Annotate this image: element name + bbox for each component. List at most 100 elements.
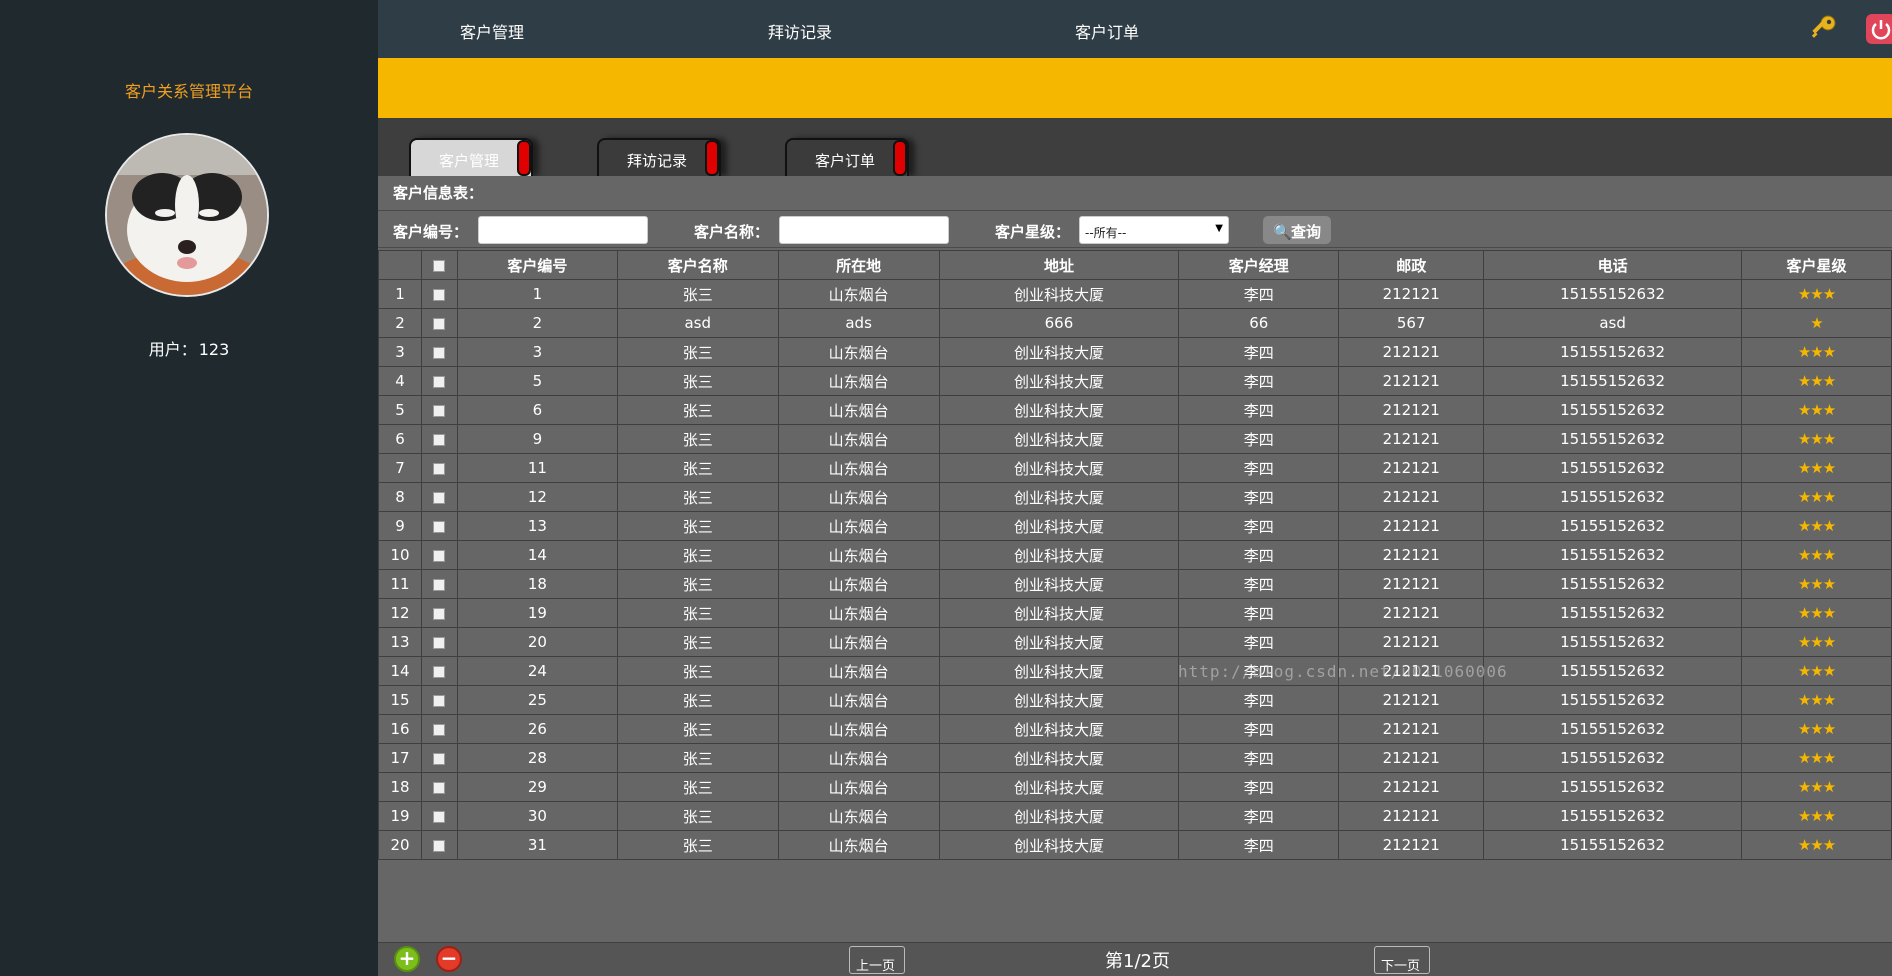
table-row[interactable]: 9 13 张三 山东烟台 创业科技大厦 李四 212121 15155152632 ★★★ <box>378 511 1892 541</box>
table-row[interactable]: 8 12 张三 山东烟台 创业科技大厦 李四 212121 15155152632 ★★★ <box>378 482 1892 512</box>
row-checkbox[interactable] <box>433 375 446 388</box>
row-select-cell[interactable] <box>420 685 458 715</box>
table-cell: 212121 <box>1338 772 1485 802</box>
row-checkbox[interactable] <box>433 520 446 533</box>
table-cell: 212121 <box>1338 424 1485 454</box>
table-cell: 11 <box>456 453 618 483</box>
row-index: 15 <box>378 685 422 715</box>
col-header[interactable]: 客户经理 <box>1178 250 1340 280</box>
table-cell: 创业科技大厦 <box>938 656 1180 686</box>
row-select-cell[interactable] <box>420 366 458 396</box>
key-icon[interactable] <box>1808 14 1838 44</box>
col-header[interactable]: 客户名称 <box>616 250 779 280</box>
row-select-cell[interactable] <box>420 627 458 657</box>
row-select-cell[interactable] <box>420 511 458 541</box>
row-checkbox[interactable] <box>433 723 446 736</box>
customer-name-input[interactable] <box>779 216 949 244</box>
col-header[interactable]: 电话 <box>1483 250 1743 280</box>
table-cell: 15155152632 <box>1483 453 1743 483</box>
table-row[interactable]: 10 14 张三 山东烟台 创业科技大厦 李四 212121 15155152632 ★★★ <box>378 540 1892 570</box>
tab-close-marker[interactable] <box>517 140 531 176</box>
row-checkbox[interactable] <box>433 491 446 504</box>
table-row[interactable]: 5 6 张三 山东烟台 创业科技大厦 李四 212121 15155152632 ★★★ <box>378 395 1892 425</box>
row-select-cell[interactable] <box>420 598 458 628</box>
row-select-cell[interactable] <box>420 279 458 309</box>
row-checkbox[interactable] <box>433 752 446 765</box>
table-row[interactable]: 2 2 asd ads 666 66 567 asd ★ <box>378 308 1892 338</box>
row-select-cell[interactable] <box>420 540 458 570</box>
row-select-cell[interactable] <box>420 453 458 483</box>
table-cell: 2 <box>456 308 618 338</box>
row-select-cell[interactable] <box>420 337 458 367</box>
table-row[interactable]: 16 26 张三 山东烟台 创业科技大厦 李四 212121 15155152632 ★★★ <box>378 714 1892 744</box>
table-cell: 创业科技大厦 <box>938 714 1180 744</box>
col-header[interactable]: 邮政 <box>1338 250 1485 280</box>
col-header[interactable]: 客户星级 <box>1741 250 1892 280</box>
delete-customer-button[interactable]: − <box>436 946 462 972</box>
row-select-cell[interactable] <box>420 714 458 744</box>
row-checkbox[interactable] <box>433 694 446 707</box>
table-row[interactable]: 11 18 张三 山东烟台 创业科技大厦 李四 212121 15155152632 ★★★ <box>378 569 1892 599</box>
table-row[interactable]: 14 24 张三 山东烟台 创业科技大厦 李四 212121 15155152632 ★★★ <box>378 656 1892 686</box>
table-cell: 张三 <box>616 337 779 367</box>
avatar-puppy-image <box>107 135 267 295</box>
table-row[interactable]: 4 5 张三 山东烟台 创业科技大厦 李四 212121 15155152632 ★★★ <box>378 366 1892 396</box>
row-checkbox[interactable] <box>433 346 446 359</box>
row-select-cell[interactable] <box>420 424 458 454</box>
row-checkbox[interactable] <box>433 781 446 794</box>
row-checkbox[interactable] <box>433 839 446 852</box>
row-checkbox[interactable] <box>433 810 446 823</box>
tab-orders[interactable]: 客户订单 <box>785 138 909 176</box>
customer-level-select[interactable]: --所有-- ▼ <box>1079 216 1229 244</box>
tab-close-marker[interactable] <box>705 140 719 176</box>
nav-item-visits[interactable]: 拜访记录 <box>768 19 832 43</box>
tab-close-marker[interactable] <box>893 140 907 176</box>
table-row[interactable]: 1 1 张三 山东烟台 创业科技大厦 李四 212121 15155152632 ★★★ <box>378 279 1892 309</box>
row-select-cell[interactable] <box>420 308 458 338</box>
col-header[interactable]: 客户编号 <box>456 250 618 280</box>
select-all-header[interactable] <box>420 250 458 280</box>
table-row[interactable]: 6 9 张三 山东烟台 创业科技大厦 李四 212121 15155152632 ★★★ <box>378 424 1892 454</box>
row-checkbox[interactable] <box>433 288 446 301</box>
row-checkbox[interactable] <box>433 317 446 330</box>
tab-visits[interactable]: 拜访记录 <box>597 138 721 176</box>
table-row[interactable]: 13 20 张三 山东烟台 创业科技大厦 李四 212121 15155152632 ★★★ <box>378 627 1892 657</box>
row-select-cell[interactable] <box>420 830 458 860</box>
table-row[interactable]: 17 28 张三 山东烟台 创业科技大厦 李四 212121 15155152632 ★★★ <box>378 743 1892 773</box>
col-header[interactable]: 所在地 <box>777 250 940 280</box>
prev-page-button[interactable]: 上一页 <box>849 946 905 974</box>
nav-item-customers[interactable]: 客户管理 <box>460 19 524 43</box>
col-header[interactable]: 地址 <box>938 250 1180 280</box>
row-select-cell[interactable] <box>420 801 458 831</box>
table-row[interactable]: 7 11 张三 山东烟台 创业科技大厦 李四 212121 15155152632 ★★★ <box>378 453 1892 483</box>
nav-item-orders[interactable]: 客户订单 <box>1075 19 1139 43</box>
query-button[interactable]: 🔍查询 <box>1263 216 1331 244</box>
add-customer-button[interactable]: + <box>394 946 420 972</box>
select-all-checkbox[interactable] <box>433 259 446 272</box>
row-select-cell[interactable] <box>420 656 458 686</box>
row-checkbox[interactable] <box>433 404 446 417</box>
row-checkbox[interactable] <box>433 636 446 649</box>
row-select-cell[interactable] <box>420 395 458 425</box>
table-row[interactable]: 19 30 张三 山东烟台 创业科技大厦 李四 212121 15155152632 ★★★ <box>378 801 1892 831</box>
row-checkbox[interactable] <box>433 607 446 620</box>
row-select-cell[interactable] <box>420 569 458 599</box>
row-checkbox[interactable] <box>433 433 446 446</box>
table-row[interactable]: 12 19 张三 山东烟台 创业科技大厦 李四 212121 15155152632 ★★★ <box>378 598 1892 628</box>
row-checkbox[interactable] <box>433 549 446 562</box>
row-select-cell[interactable] <box>420 482 458 512</box>
row-checkbox[interactable] <box>433 462 446 475</box>
table-cell: 创业科技大厦 <box>938 627 1180 657</box>
next-page-button[interactable]: 下一页 <box>1374 946 1430 974</box>
tab-customers[interactable]: 客户管理 <box>409 138 533 176</box>
customer-id-input[interactable] <box>478 216 648 244</box>
table-row[interactable]: 18 29 张三 山东烟台 创业科技大厦 李四 212121 15155152632 ★★★ <box>378 772 1892 802</box>
row-checkbox[interactable] <box>433 665 446 678</box>
power-icon[interactable] <box>1866 14 1892 44</box>
row-select-cell[interactable] <box>420 772 458 802</box>
table-row[interactable]: 20 31 张三 山东烟台 创业科技大厦 李四 212121 15155152632 ★★★ <box>378 830 1892 860</box>
table-row[interactable]: 3 3 张三 山东烟台 创业科技大厦 李四 212121 15155152632 ★★★ <box>378 337 1892 367</box>
row-select-cell[interactable] <box>420 743 458 773</box>
table-row[interactable]: 15 25 张三 山东烟台 创业科技大厦 李四 212121 15155152632 ★★★ <box>378 685 1892 715</box>
row-checkbox[interactable] <box>433 578 446 591</box>
